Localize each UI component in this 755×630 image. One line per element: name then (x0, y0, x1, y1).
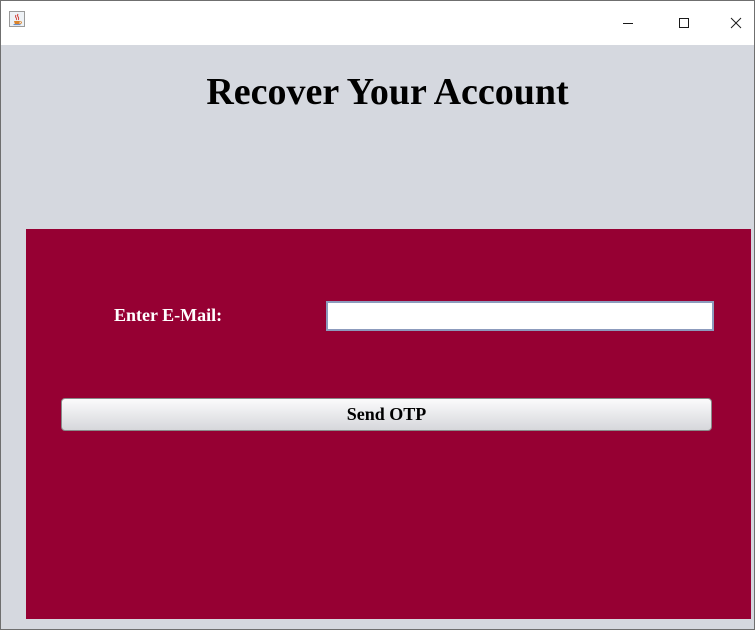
java-coffee-cup-icon[interactable] (9, 11, 25, 27)
close-icon (730, 17, 742, 29)
minimize-button[interactable] (605, 7, 651, 39)
maximize-icon (679, 18, 689, 28)
page-title: Recover Your Account (206, 71, 569, 113)
send-otp-button[interactable]: Send OTP (61, 398, 712, 431)
maximize-button[interactable] (661, 7, 707, 39)
close-button[interactable] (713, 7, 755, 39)
email-field[interactable] (326, 301, 714, 331)
title-bar[interactable] (1, 1, 754, 45)
email-label: Enter E-Mail: (114, 305, 223, 325)
recovery-form-panel: Enter E-Mail: Send OTP (26, 229, 751, 619)
minimize-icon (623, 23, 633, 24)
app-window: Recover Your Account Enter E-Mail: Send … (0, 0, 755, 630)
